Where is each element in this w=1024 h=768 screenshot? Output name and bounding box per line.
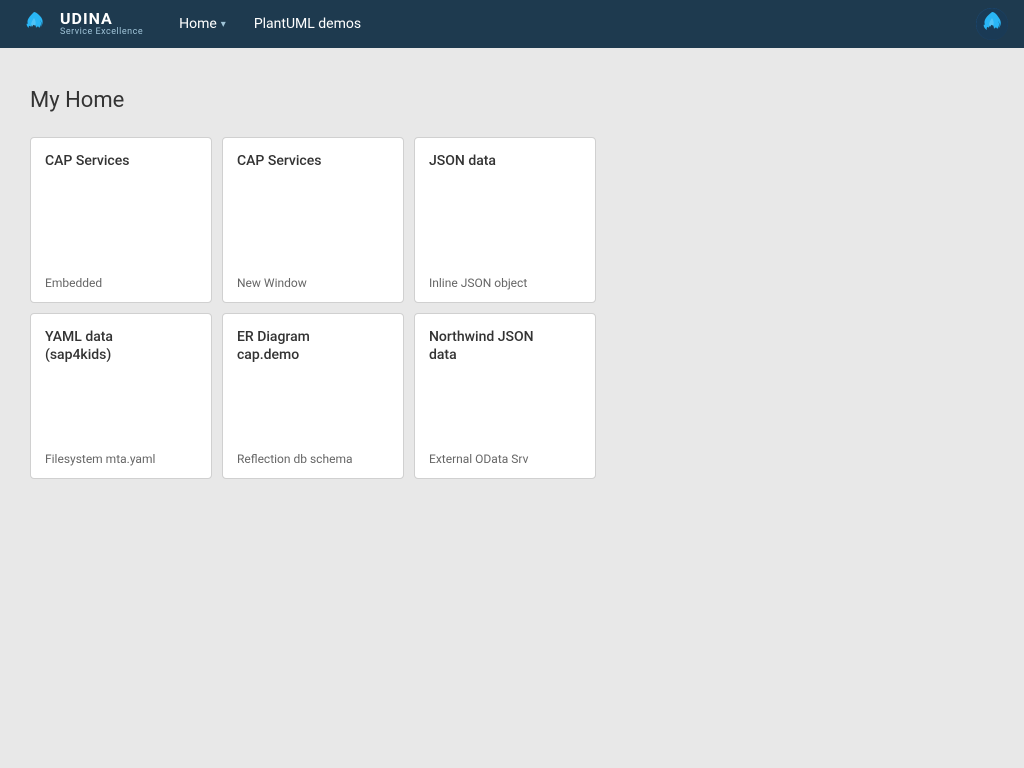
card-subtitle-yaml-data: Filesystem mta.yaml bbox=[45, 452, 197, 466]
card-northwind[interactable]: Northwind JSON data External OData Srv bbox=[414, 313, 596, 479]
card-grid: CAP Services Embedded CAP Services New Wind… bbox=[30, 137, 994, 479]
logo[interactable]: UDINA Service Excellence bbox=[16, 6, 143, 42]
nav-plantuml-label: PlantUML demos bbox=[254, 16, 361, 32]
card-cap-window[interactable]: CAP Services New Window bbox=[222, 137, 404, 303]
nav-left: UDINA Service Excellence Home ▾ PlantUML… bbox=[16, 6, 373, 42]
page-title: My Home bbox=[30, 88, 994, 113]
nav-links: Home ▾ PlantUML demos bbox=[167, 8, 373, 40]
logo-title: UDINA bbox=[60, 10, 143, 28]
nav-home-label: Home bbox=[179, 16, 217, 32]
card-subtitle-json-data: Inline JSON object bbox=[429, 276, 581, 290]
card-subtitle-cap-embedded: Embedded bbox=[45, 276, 197, 290]
nav-right bbox=[976, 8, 1008, 40]
card-json-data[interactable]: JSON data Inline JSON object bbox=[414, 137, 596, 303]
card-title-cap-window: CAP Services bbox=[237, 152, 389, 170]
avatar[interactable] bbox=[976, 8, 1008, 40]
card-title-cap-embedded: CAP Services bbox=[45, 152, 197, 170]
main-content: My Home CAP ServicesEmbeddedCAP Services… bbox=[0, 48, 1024, 519]
nav-home[interactable]: Home ▾ bbox=[167, 8, 238, 40]
card-yaml-data[interactable]: YAML data (sap4kids) Filesystem mta.yaml bbox=[30, 313, 212, 479]
nav-plantuml[interactable]: PlantUML demos bbox=[242, 8, 373, 40]
logo-text: UDINA Service Excellence bbox=[60, 10, 143, 37]
card-er-diagram[interactable]: ER Diagram cap.demo Reflection db schema bbox=[222, 313, 404, 479]
avatar-icon bbox=[976, 8, 1008, 40]
card-title-yaml-data: YAML data (sap4kids) bbox=[45, 328, 197, 364]
chevron-down-icon: ▾ bbox=[221, 19, 226, 30]
card-subtitle-northwind: External OData Srv bbox=[429, 452, 581, 466]
card-title-northwind: Northwind JSON data bbox=[429, 328, 581, 364]
card-cap-embedded[interactable]: CAP Services Embedded bbox=[30, 137, 212, 303]
card-title-er-diagram: ER Diagram cap.demo bbox=[237, 328, 389, 364]
card-title-json-data: JSON data bbox=[429, 152, 581, 170]
logo-icon bbox=[16, 6, 52, 42]
card-subtitle-cap-window: New Window bbox=[237, 276, 389, 290]
logo-subtitle: Service Excellence bbox=[60, 28, 143, 38]
card-subtitle-er-diagram: Reflection db schema bbox=[237, 452, 389, 466]
navbar: UDINA Service Excellence Home ▾ PlantUML… bbox=[0, 0, 1024, 48]
